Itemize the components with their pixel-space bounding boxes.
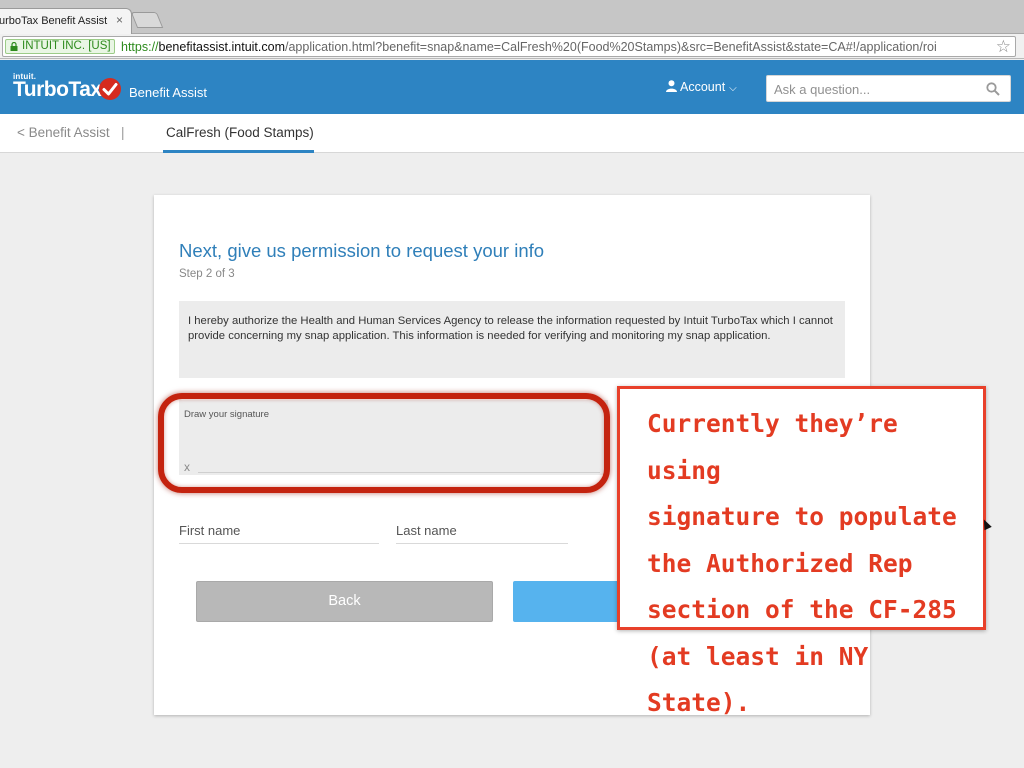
annotation-line: section of the CF-285 — [647, 595, 957, 624]
tab-calfresh-label: CalFresh (Food Stamps) — [166, 125, 314, 140]
signature-highlight-oval — [158, 393, 610, 493]
sub-navigation: < Benefit Assist | CalFresh (Food Stamps… — [0, 114, 1024, 153]
url-scheme: https:// — [121, 40, 159, 54]
annotation-line: (at least in NY State). — [647, 641, 869, 718]
page-title: Next, give us permission to request your… — [179, 240, 545, 261]
check-icon — [99, 78, 121, 100]
ev-certificate-badge[interactable]: INTUIT INC. [US] — [5, 39, 115, 54]
lock-icon — [10, 42, 18, 51]
first-name-label: First name — [179, 523, 241, 538]
user-icon — [666, 80, 677, 92]
url-text: https://benefitassist.intuit.com/applica… — [121, 40, 937, 54]
back-to-benefit-assist-link[interactable]: < Benefit Assist — [17, 125, 110, 140]
tab-title: urboTax Benefit Assist — [0, 15, 108, 27]
browser-tab[interactable]: urboTax Benefit Assist × — [0, 8, 132, 34]
chevron-down-icon: ⌵ — [729, 83, 737, 94]
ev-label: INTUIT INC. [US] — [22, 40, 111, 52]
url-path: /application.html?benefit=snap&name=CalF… — [284, 40, 937, 54]
bookmark-star-icon[interactable]: ☆ — [996, 37, 1011, 56]
browser-tabstrip: urboTax Benefit Assist × — [0, 0, 1024, 34]
consent-text: I hereby authorize the Health and Human … — [179, 301, 845, 378]
first-name-field[interactable]: First name — [179, 520, 379, 544]
annotation-line: signature to populate — [647, 502, 957, 531]
search-icon[interactable] — [986, 82, 1000, 96]
product-name: Benefit Assist — [129, 85, 208, 100]
new-tab-button[interactable] — [130, 12, 164, 28]
next-button[interactable] — [513, 581, 628, 622]
tab-close-icon[interactable]: × — [116, 13, 123, 27]
address-bar[interactable]: INTUIT INC. [US] https://benefitassist.i… — [2, 36, 1016, 57]
nav-separator: | — [121, 125, 125, 140]
search-placeholder: Ask a question... — [774, 82, 871, 97]
last-name-field[interactable]: Last name — [396, 520, 568, 544]
annotation-text: Currently they’re using signature to pop… — [647, 401, 977, 727]
last-name-label: Last name — [396, 523, 457, 538]
url-host: benefitassist.intuit.com — [158, 40, 285, 54]
ask-question-search[interactable]: Ask a question... — [766, 75, 1011, 102]
turbotax-wordmark: TurboTax — [13, 78, 102, 101]
annotation-callout: Currently they’re using signature to pop… — [617, 386, 986, 717]
annotation-line: Currently they’re using — [647, 409, 898, 485]
account-menu[interactable]: Account ⌵ — [666, 80, 737, 94]
tab-calfresh[interactable]: CalFresh (Food Stamps) — [163, 114, 314, 153]
account-label: Account — [680, 80, 726, 94]
app-header: intuit. TurboTax Benefit Assist Account ⌵… — [0, 60, 1024, 114]
back-button[interactable]: Back — [196, 581, 493, 622]
step-indicator: Step 2 of 3 — [179, 268, 235, 280]
annotation-line: the Authorized Rep — [647, 548, 913, 578]
browser-toolbar: INTUIT INC. [US] https://benefitassist.i… — [0, 34, 1024, 59]
